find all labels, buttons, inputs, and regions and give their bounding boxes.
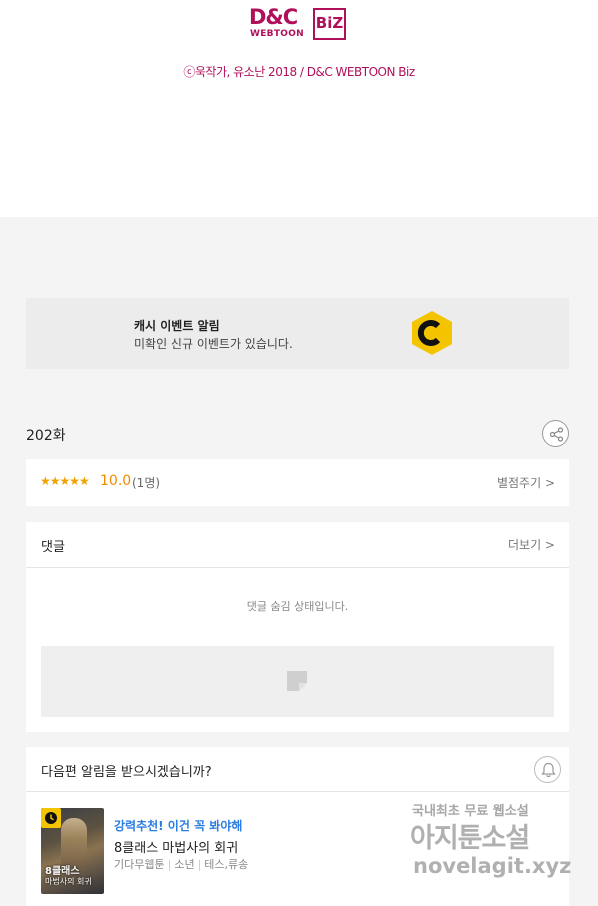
watermark-line3: novelagit.xyz [413, 854, 572, 878]
cash-event-subtitle: 미확인 신규 이벤트가 있습니다. [134, 337, 293, 351]
meta-genre: 소년 [174, 858, 195, 871]
comments-more-link[interactable]: 더보기 > [508, 536, 555, 553]
thumbnail-character [61, 818, 87, 868]
copyright-text: ⓒ욱작가, 유소난 2018 / D&C WEBTOON Biz [183, 65, 415, 79]
rate-button[interactable]: 별점주기 > [497, 474, 555, 491]
wait-free-badge [41, 808, 61, 828]
comments-header: 댓글 더보기 > [26, 522, 569, 568]
cash-event-banner[interactable]: 캐시 이벤트 알림 미확인 신규 이벤트가 있습니다. [26, 298, 569, 369]
recommendation-tag: 강력추천! 이건 꼭 봐야해 [114, 819, 243, 833]
watermark-line2: 아지툰소설 [410, 823, 530, 854]
image-placeholder-icon [287, 671, 307, 691]
bell-button[interactable] [534, 756, 561, 783]
recommendation-meta: 기다무웹툰 | 소년 | 테스,류송 [114, 856, 248, 872]
thumbnail-title-line1: 8클래스 [45, 866, 80, 877]
cash-c-icon [412, 311, 452, 355]
meta-category: 기다무웹툰 [114, 858, 165, 871]
cash-event-title: 캐시 이벤트 알림 [134, 319, 220, 333]
meta-separator: | [197, 858, 202, 871]
rating-score: 10.0 [100, 473, 132, 489]
episode-footer-top: D&C WEBTOON BiZ ⓒ욱작가, 유소난 2018 / D&C WEB… [0, 0, 598, 217]
ad-placeholder [41, 646, 554, 717]
share-button[interactable] [542, 420, 569, 447]
meta-separator: | [167, 858, 172, 871]
logo-sub-text: WEBTOON [250, 29, 305, 39]
comments-label: 댓글 [41, 540, 65, 555]
episode-title: 202화 [26, 428, 66, 444]
site-watermark: 국내최초 무료 웹소설 아지툰소설 novelagit.xyz [410, 798, 585, 890]
comments-section: 댓글 더보기 > 댓글 숨김 상태입니다. [26, 522, 569, 732]
meta-authors: 테스,류송 [204, 858, 249, 871]
logo-badge: BiZ [313, 8, 346, 40]
logo-main-text: D&C [249, 5, 298, 29]
recommendation-title[interactable]: 8클래스 마법사의 회귀 [114, 837, 238, 856]
dc-webtoon-biz-logo: D&C WEBTOON BiZ [249, 6, 347, 42]
rating-count: (1명) [132, 476, 161, 490]
rating-stars: ★★★★★ [40, 474, 90, 488]
recommended-thumbnail[interactable]: 8클래스 마법사의 회귀 [41, 808, 104, 894]
comments-hidden-message: 댓글 숨김 상태입니다. [246, 600, 349, 613]
share-icon [549, 427, 564, 442]
rating-bar: ★★★★★ 10.0 (1명) 별점주기 > [26, 459, 569, 506]
next-alert-question: 다음편 알림을 받으시겠습니까? [41, 765, 212, 780]
bell-icon [541, 762, 556, 778]
thumbnail-title-line2: 마법사의 회귀 [45, 877, 92, 886]
clock-icon [45, 812, 57, 824]
next-alert-header: 다음편 알림을 받으시겠습니까? [26, 747, 569, 792]
